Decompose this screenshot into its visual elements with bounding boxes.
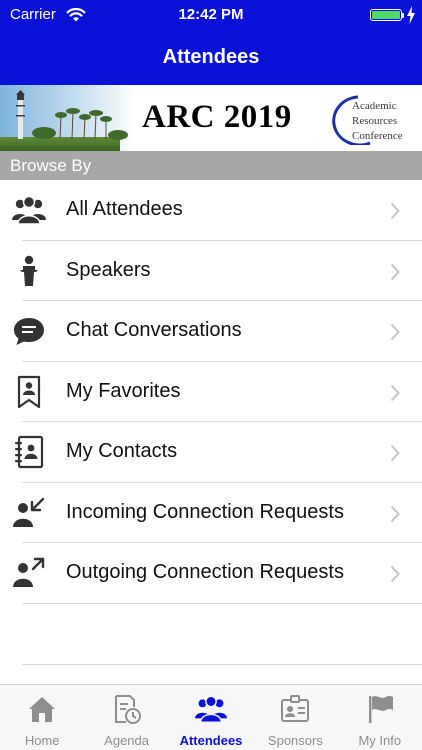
group-icon <box>12 195 46 225</box>
battery-icon <box>370 9 402 21</box>
chevron-right-icon <box>390 444 400 462</box>
browse-list: All Attendees Speakers Chat Conversation… <box>0 180 422 604</box>
tab-agenda[interactable]: Agenda <box>84 685 168 750</box>
tab-label: Home <box>24 733 60 748</box>
flag-icon <box>368 696 393 723</box>
list-item-label: Outgoing Connection Requests <box>66 561 344 583</box>
chevron-right-icon <box>390 263 400 280</box>
chevron-right-icon <box>390 202 400 220</box>
person-outgoing-arrow-icon <box>13 557 45 587</box>
list-item-label: My Favorites <box>66 379 181 402</box>
podium-speaker-icon <box>20 255 38 286</box>
conference-banner: ARC 2019 Academic Resources Conference <box>0 85 422 151</box>
chevron-right-icon <box>390 565 400 583</box>
agenda-calendar-clock-icon <box>115 695 142 724</box>
bookmarked-person-icon <box>17 375 41 408</box>
home-icon <box>29 697 55 722</box>
list-item-label: Chat Conversations <box>66 319 242 341</box>
tab-sponsors[interactable]: Sponsors <box>253 685 337 750</box>
tab-attendees[interactable]: Attendees <box>169 685 253 750</box>
person-incoming-arrow-icon <box>13 497 45 527</box>
tab-bar: Home Agenda Attendees Sponsors My Info <box>0 684 422 750</box>
logo-line-conference: Conference <box>352 130 403 142</box>
list-item-label: Speakers <box>66 258 151 281</box>
tab-label: Sponsors <box>267 733 323 748</box>
logo-line-academic: Academic <box>352 100 397 112</box>
battery-cap <box>402 13 404 18</box>
address-book-icon <box>15 435 44 469</box>
tab-label: Attendees <box>179 733 243 748</box>
chevron-right-icon <box>390 505 400 522</box>
list-item-chat-conversations[interactable]: Chat Conversations <box>0 301 422 362</box>
navigation-bar: Attendees <box>0 30 422 85</box>
list-item-speakers[interactable]: Speakers <box>0 240 422 301</box>
page-title: Attendees <box>162 46 260 68</box>
list-item-outgoing-requests[interactable]: Outgoing Connection Requests <box>0 543 422 604</box>
tab-label: My Info <box>358 733 402 748</box>
chat-bubble-icon <box>14 318 44 345</box>
divider <box>22 664 422 665</box>
badge-card-icon <box>281 695 310 722</box>
conference-title: ARC 2019 <box>142 99 292 135</box>
list-item-label: My Contacts <box>66 440 178 462</box>
list-item-label: Incoming Connection Requests <box>66 500 344 523</box>
status-bar: Carrier 12:42 PM <box>0 0 422 30</box>
chevron-right-icon <box>390 323 400 341</box>
list-item-label: All Attendees <box>66 198 183 220</box>
list-item-my-favorites[interactable]: My Favorites <box>0 361 422 422</box>
lighthouse-photo <box>0 85 135 151</box>
group-icon <box>194 695 227 723</box>
section-label: Browse By <box>10 156 92 175</box>
tab-my-info[interactable]: My Info <box>338 685 422 750</box>
logo-line-resources: Resources <box>352 115 398 127</box>
chevron-right-icon <box>390 384 400 401</box>
tab-home[interactable]: Home <box>0 685 84 750</box>
browse-by-header: Browse By <box>0 151 422 180</box>
list-item-incoming-requests[interactable]: Incoming Connection Requests <box>0 482 422 543</box>
tab-label: Agenda <box>104 733 149 748</box>
list-item-my-contacts[interactable]: My Contacts <box>0 422 422 483</box>
clock-time: 12:42 PM <box>178 6 244 23</box>
charging-bolt-icon <box>407 6 415 24</box>
list-item-all-attendees[interactable]: All Attendees <box>0 180 422 241</box>
